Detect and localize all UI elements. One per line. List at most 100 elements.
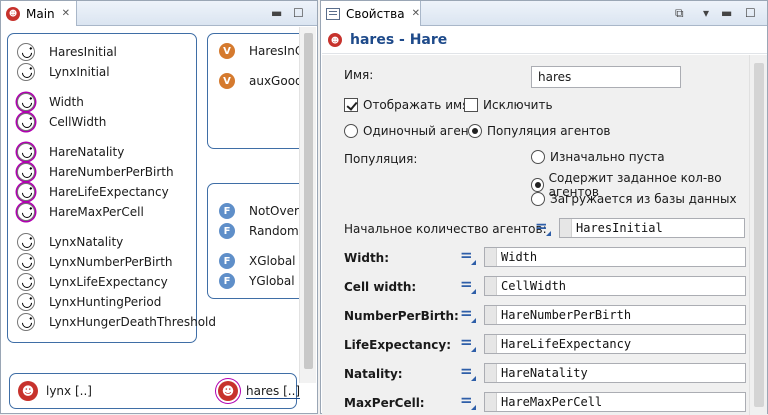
scrollbar-thumb[interactable] <box>304 33 313 369</box>
field-number-per-birth-value: HareNumberPerBirth <box>501 308 632 322</box>
tab-properties-label: Свойства <box>346 6 405 21</box>
param-lynx-natality[interactable]: LynxNatality <box>17 233 123 251</box>
agent-population-radio[interactable]: Популяция агентов <box>468 124 611 138</box>
param-lynx-hunting-period[interactable]: LynxHuntingPeriod <box>17 293 161 311</box>
properties-tabbar: Свойства ✕ ⧉ ▾ ▬ ☐ <box>321 1 767 26</box>
radio-dot <box>531 150 545 164</box>
equals-icon[interactable] <box>458 333 480 354</box>
pop-from-database-radio[interactable]: Загружается из базы данных <box>531 192 737 206</box>
field-number-per-birth[interactable]: HareNumberPerBirth <box>458 304 746 325</box>
single-agent-radio[interactable]: Одиночный агент <box>344 124 476 138</box>
graphical-editor-canvas[interactable]: HaresInitial LynxInitial Width CellWidth… <box>1 27 299 413</box>
name-input[interactable]: hares <box>531 66 681 88</box>
field-label-number-per-birth: NumberPerBirth: <box>344 309 459 323</box>
canvas-vertical-scrollbar[interactable] <box>299 27 316 383</box>
agent-populations-bar: ☻ lynx [..] ☻ hares [..] <box>9 373 301 409</box>
field-label-width: Width: <box>344 251 390 265</box>
minimize-icon[interactable]: ▬ <box>721 6 732 20</box>
maximize-icon[interactable]: ☐ <box>745 6 756 20</box>
initial-count-label: Начальное количество агентов: <box>344 222 547 236</box>
close-icon[interactable]: ✕ <box>62 8 70 19</box>
variable-auxgood[interactable]: V auxGood <box>219 72 299 90</box>
exclude-checkbox[interactable]: Исключить <box>464 98 553 112</box>
param-hare-number-per-birth[interactable]: HareNumberPerBirth <box>17 163 174 181</box>
scrollbar-thumb[interactable] <box>754 63 764 407</box>
param-hare-natality[interactable]: HareNatality <box>17 143 124 161</box>
radio-dot <box>531 192 545 206</box>
function-label: YGlobal <box>249 274 295 288</box>
checkbox-box <box>344 98 358 112</box>
field-natality[interactable]: HareNatality <box>458 362 746 383</box>
function-notoverp[interactable]: F NotOverp <box>219 202 299 220</box>
field-cell-width[interactable]: CellWidth <box>458 275 746 296</box>
param-cell-width[interactable]: CellWidth <box>17 113 106 131</box>
minimize-icon[interactable]: ▬ <box>271 6 282 20</box>
param-hare-max-per-cell[interactable]: HareMaxPerCell <box>17 203 144 221</box>
equals-icon[interactable] <box>458 275 480 296</box>
agent-icon: ☻ <box>18 381 38 401</box>
field-natality-input[interactable]: HareNatality <box>484 363 746 383</box>
tab-properties[interactable]: Свойства ✕ <box>321 1 421 26</box>
field-cell-width-input[interactable]: CellWidth <box>484 276 746 296</box>
variable-label: HaresInC <box>249 44 299 58</box>
param-hare-life-expectancy[interactable]: HareLifeExpectancy <box>17 183 169 201</box>
field-life-expectancy-input[interactable]: HareLifeExpectancy <box>484 334 746 354</box>
pop-initially-empty-radio[interactable]: Изначально пуста <box>531 150 665 164</box>
agent-lynx[interactable]: ☻ lynx [..] <box>18 381 92 401</box>
parameter-icon <box>17 93 35 111</box>
agent-type-icon: ☻ <box>6 6 20 21</box>
properties-vertical-scrollbar[interactable] <box>749 55 767 415</box>
variable-icon: V <box>219 43 235 59</box>
variable-haresinc[interactable]: V HaresInC <box>219 42 299 60</box>
param-lynx-hunger-death-threshold[interactable]: LynxHungerDeathThreshold <box>17 313 216 331</box>
param-label: LynxInitial <box>49 65 110 79</box>
tab-main[interactable]: ☻ Main ✕ <box>1 1 77 26</box>
param-width[interactable]: Width <box>17 93 84 111</box>
view-menu-icon[interactable]: ▾ <box>703 6 709 20</box>
code-gutter <box>485 364 497 382</box>
function-xglobal[interactable]: F XGlobal <box>219 252 296 270</box>
param-label: LynxNatality <box>49 235 124 249</box>
equals-icon[interactable] <box>458 362 480 383</box>
agent-icon: ☻ <box>218 381 238 401</box>
param-hares-initial[interactable]: HaresInitial <box>17 43 117 61</box>
parameter-icon <box>17 163 35 181</box>
new-window-icon[interactable]: ⧉ <box>675 6 684 21</box>
initial-count-field[interactable]: HaresInitial <box>533 217 745 238</box>
equals-icon[interactable] <box>458 304 480 325</box>
field-width-value: Width <box>501 250 538 264</box>
equals-icon[interactable] <box>533 217 555 238</box>
param-lynx-initial[interactable]: LynxInitial <box>17 63 110 81</box>
param-label: LynxNumberPerBirth <box>49 255 173 269</box>
field-number-per-birth-input[interactable]: HareNumberPerBirth <box>484 305 746 325</box>
field-width-input[interactable]: Width <box>484 247 746 267</box>
pop-option-label: Загружается из базы данных <box>550 192 737 206</box>
param-label: LynxHungerDeathThreshold <box>49 315 216 329</box>
field-max-per-cell-input[interactable]: HareMaxPerCell <box>484 392 746 412</box>
function-randomc[interactable]: F RandomC <box>219 222 299 240</box>
field-max-per-cell[interactable]: HareMaxPerCell <box>458 391 746 412</box>
agent-hares[interactable]: ☻ hares [..] <box>218 381 301 401</box>
parameter-icon <box>17 43 35 61</box>
radio-dot <box>531 178 544 192</box>
code-gutter <box>485 393 497 411</box>
field-width[interactable]: Width <box>458 246 746 267</box>
maximize-icon[interactable]: ☐ <box>293 6 304 20</box>
function-label: XGlobal <box>249 254 296 268</box>
code-gutter <box>485 248 497 266</box>
function-icon: F <box>219 253 235 269</box>
show-name-checkbox[interactable]: Отображать имя <box>344 98 469 112</box>
field-life-expectancy[interactable]: HareLifeExpectancy <box>458 333 746 354</box>
equals-icon[interactable] <box>458 246 480 267</box>
field-label-cell-width: Cell width: <box>344 280 417 294</box>
checkbox-box <box>464 98 478 112</box>
code-gutter <box>485 306 497 324</box>
function-yglobal[interactable]: F YGlobal <box>219 272 295 290</box>
name-label: Имя: <box>344 68 374 82</box>
initial-count-input[interactable]: HaresInitial <box>559 218 745 238</box>
variable-label: auxGood <box>249 74 299 88</box>
equals-icon[interactable] <box>458 391 480 412</box>
close-icon[interactable]: ✕ <box>412 8 420 19</box>
param-lynx-number-per-birth[interactable]: LynxNumberPerBirth <box>17 253 173 271</box>
param-lynx-life-expectancy[interactable]: LynxLifeExpectancy <box>17 273 168 291</box>
